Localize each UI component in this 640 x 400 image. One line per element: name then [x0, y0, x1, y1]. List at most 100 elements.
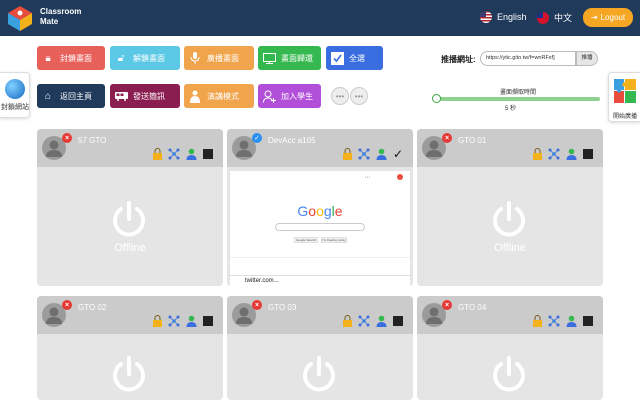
logout-icon: ⇥ [590, 13, 598, 22]
stop-square-icon[interactable] [392, 315, 404, 327]
brand-name: Classroom Mate [40, 7, 81, 27]
user-icon[interactable] [185, 315, 197, 327]
student-name: GTO 03 [268, 303, 297, 312]
user-icon[interactable] [565, 315, 577, 327]
logout-button[interactable]: ⇥ Logout [583, 8, 633, 27]
language-chinese-label: 中文 [554, 13, 573, 23]
return-screen-button[interactable]: 畫面歸還 [258, 46, 321, 70]
student-card-header: ✓ DevAcc a105 ✓ [227, 129, 413, 167]
network-icon[interactable] [168, 315, 180, 327]
lock-icon[interactable] [531, 148, 543, 160]
student-card[interactable]: × GTO 02 [37, 296, 223, 400]
broadcast-screen-button[interactable]: 廣播畫面 [184, 46, 254, 70]
stop-square-icon[interactable] [582, 315, 594, 327]
student-card[interactable]: × 57 GTO Offline [37, 129, 223, 286]
google-lucky-button: I'm Feeling Lucky [321, 237, 347, 243]
student-name: 57 GTO [78, 136, 107, 145]
student-screenshot[interactable]: ▪ ▪ ▪ Google Google Search I'm Feeling L… [230, 171, 410, 286]
student-card[interactable]: × GTO 01 Offline [417, 129, 603, 286]
user-icon[interactable] [565, 148, 577, 160]
stop-square-icon[interactable] [202, 315, 214, 327]
start-broadcast-label: 開始廣播 [612, 114, 637, 120]
user-icon[interactable] [185, 148, 197, 160]
language-english-label: English [497, 12, 527, 22]
offline-status-icon: × [62, 133, 72, 143]
power-icon [113, 356, 145, 392]
unlock-screen-label: 解鎖畫面 [133, 53, 165, 63]
google-search-box [275, 223, 365, 231]
student-card[interactable]: × GTO 04 [417, 296, 603, 400]
lock-icon: 🔒︎ [45, 52, 51, 64]
block-sites-tab[interactable]: 封鎖網站 [0, 72, 30, 118]
student-card[interactable]: × GTO 03 [227, 296, 413, 400]
stop-square-icon[interactable] [202, 148, 214, 160]
stop-square-icon[interactable] [582, 148, 594, 160]
globe-icon [5, 79, 25, 99]
offline-status-icon: × [442, 300, 452, 310]
send-message-label: 發送簡訊 [133, 91, 165, 101]
logout-label: Logout [600, 13, 626, 22]
offline-status-icon: × [62, 300, 72, 310]
user-icon[interactable] [375, 315, 387, 327]
user-icon[interactable] [375, 148, 387, 160]
lock-icon[interactable] [341, 148, 353, 160]
lock-icon[interactable] [151, 315, 163, 327]
lock-icon[interactable] [531, 315, 543, 327]
presentation-mode-label: 演講模式 [207, 91, 239, 101]
presentation-mode-button[interactable]: 演講模式 [184, 84, 254, 108]
push-url-button[interactable]: 推播 [576, 51, 598, 66]
return-home-label: 返回主頁 [60, 91, 92, 101]
network-icon[interactable] [358, 315, 370, 327]
push-url-label: 推播網址: [441, 55, 476, 64]
student-card-header: × GTO 01 [417, 129, 603, 167]
return-home-button[interactable]: ⌂ 返回主頁 [37, 84, 105, 108]
add-student-button[interactable]: 加入學生 [258, 84, 321, 108]
broadcast-screen-label: 廣播畫面 [207, 53, 239, 63]
select-all-button[interactable]: 全選 [326, 46, 383, 70]
more-dots-2: ••• [354, 91, 364, 101]
checkmark-icon[interactable]: ✓ [392, 147, 404, 161]
lock-screen-label: 封鎖畫面 [60, 53, 92, 63]
network-icon[interactable] [548, 315, 560, 327]
student-name: GTO 02 [78, 303, 107, 312]
add-student-label: 加入學生 [281, 91, 313, 101]
brand-line-2: Mate [40, 17, 59, 26]
google-footer-divider [230, 257, 410, 258]
start-broadcast-tab[interactable]: 開始廣播 [608, 72, 640, 122]
slider-knob[interactable] [432, 94, 441, 103]
select-all-label: 全選 [349, 53, 365, 63]
more-options-button-1[interactable]: ••• [331, 87, 349, 105]
power-icon [493, 356, 525, 392]
microphone-icon [188, 51, 202, 65]
lock-icon[interactable] [341, 315, 353, 327]
checkbox-icon [330, 51, 344, 65]
presenter-icon [188, 89, 202, 103]
network-icon[interactable] [168, 148, 180, 160]
lock-icon[interactable] [151, 148, 163, 160]
network-icon[interactable] [358, 148, 370, 160]
send-message-button[interactable]: 發送簡訊 [110, 84, 180, 108]
twitter-link-text: twitter.com... [245, 278, 279, 284]
power-icon [493, 201, 525, 237]
more-options-button-2[interactable]: ••• [350, 87, 368, 105]
push-url-input[interactable]: https://ytic.gito.tw/f=wnRFsf] [480, 51, 576, 66]
lock-screen-button[interactable]: 🔒︎ 封鎖畫面 [37, 46, 105, 70]
capture-frequency-slider[interactable] [432, 94, 600, 103]
offline-status-icon: × [442, 133, 452, 143]
home-icon: ⌂ [44, 90, 52, 102]
puzzle-icon [614, 79, 636, 103]
power-icon [113, 201, 145, 237]
google-logo: Google [297, 203, 343, 219]
unlock-screen-button[interactable]: 🔓︎ 解鎖畫面 [110, 46, 180, 70]
network-icon[interactable] [548, 148, 560, 160]
return-screen-label: 畫面歸還 [281, 53, 313, 63]
offline-text: Offline [114, 242, 146, 254]
offline-status-icon: × [252, 300, 262, 310]
language-chinese[interactable]: 中文 [537, 11, 572, 24]
student-actions [341, 315, 404, 327]
language-english[interactable]: English [480, 11, 527, 23]
student-actions [151, 148, 214, 160]
student-card[interactable]: ✓ DevAcc a105 ✓ ▪ ▪ ▪ Google Google Sear… [227, 129, 413, 286]
student-name: DevAcc a105 [268, 136, 316, 145]
student-actions [531, 315, 594, 327]
